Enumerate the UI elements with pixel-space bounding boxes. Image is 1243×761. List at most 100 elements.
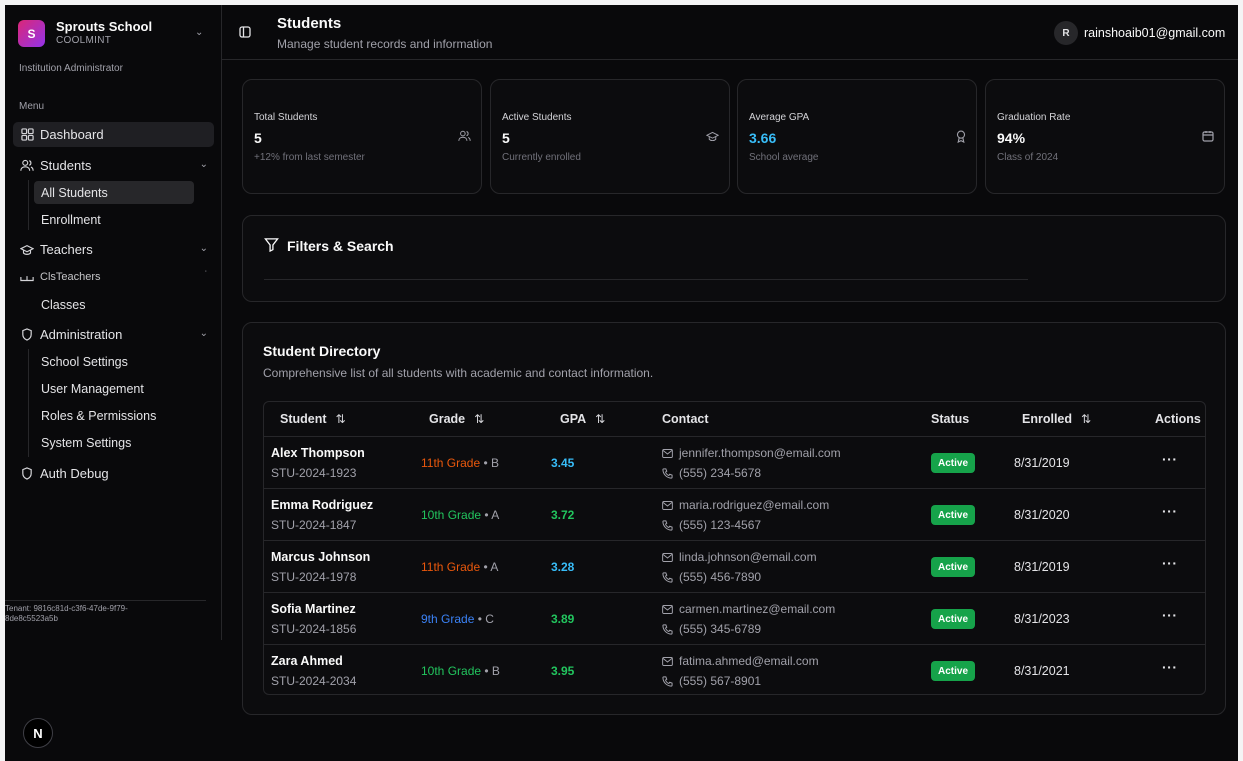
- sidebar-subitem-school-settings[interactable]: School Settings: [34, 350, 194, 373]
- role-label: Institution Administrator: [19, 63, 123, 74]
- stat-subtext: +12% from last semester: [254, 152, 365, 163]
- contact-email[interactable]: carmen.martinez@email.com: [662, 602, 835, 616]
- more-actions-icon[interactable]: ···: [1162, 607, 1178, 623]
- student-id: STU-2024-1923: [271, 466, 357, 480]
- student-name[interactable]: Alex Thompson: [271, 446, 365, 460]
- phone-icon: [662, 467, 674, 479]
- sidebar-subitem-roles-permissions[interactable]: Roles & Permissions: [34, 404, 194, 427]
- sidebar: S Sprouts School COOLMINT ⌄ Institution …: [5, 5, 222, 640]
- stat-title: Active Students: [502, 112, 572, 123]
- grade-letter: B: [491, 664, 500, 678]
- page-header: Students Manage student records and info…: [222, 5, 1238, 60]
- student-id: STU-2024-1847: [271, 518, 357, 532]
- app-frame: S Sprouts School COOLMINT ⌄ Institution …: [5, 5, 1238, 761]
- table-row[interactable]: Emma Rodriguez STU-2024-1847 10th Grade • …: [264, 488, 1205, 540]
- sort-icon[interactable]: ⇅: [595, 412, 605, 426]
- grade-letter: C: [485, 612, 494, 626]
- email-text: linda.johnson@email.com: [679, 550, 817, 564]
- contact-email[interactable]: linda.johnson@email.com: [662, 550, 817, 564]
- contact-email[interactable]: fatima.ahmed@email.com: [662, 654, 819, 668]
- sub-nav-line: [28, 180, 29, 230]
- shield-icon: [19, 467, 35, 480]
- grade-separator: •: [474, 612, 486, 626]
- column-header-enrolled[interactable]: Enrolled ⇅: [1022, 402, 1091, 436]
- sidebar-subitem-enrollment[interactable]: Enrollment: [34, 208, 194, 231]
- shield-icon: [19, 328, 35, 341]
- contact-phone[interactable]: (555) 456-7890: [662, 570, 761, 584]
- page-subtitle: Manage student records and information: [277, 37, 493, 51]
- stat-title: Total Students: [254, 112, 318, 123]
- sidebar-item-dashboard[interactable]: Dashboard: [13, 122, 214, 147]
- filters-card: Filters & Search: [242, 215, 1226, 302]
- sidebar-item-administration[interactable]: Administration ⌄: [13, 322, 214, 347]
- stat-value: 5: [254, 130, 262, 146]
- grade-separator: •: [480, 560, 491, 574]
- more-actions-icon[interactable]: ···: [1162, 503, 1178, 519]
- directory-title: Student Directory: [263, 343, 381, 359]
- more-actions-icon[interactable]: ···: [1162, 555, 1178, 571]
- sidebar-item-label: Students: [40, 158, 92, 173]
- sidebar-item-auth-debug[interactable]: Auth Debug: [13, 461, 214, 486]
- sidebar-item-students[interactable]: Students ⌄: [13, 153, 214, 178]
- contact-phone[interactable]: (555) 123-4567: [662, 518, 761, 532]
- org-name[interactable]: Sprouts School: [56, 19, 152, 34]
- column-header-gpa[interactable]: GPA ⇅: [560, 402, 605, 436]
- phone-icon: [662, 571, 674, 583]
- contact-email[interactable]: maria.rodriguez@email.com: [662, 498, 829, 512]
- students-table: Student ⇅ Grade ⇅ GPA ⇅ Contact Status Enro…: [263, 401, 1206, 695]
- column-header-grade[interactable]: Grade ⇅: [429, 402, 484, 436]
- stat-card-active-students: Active Students 5 Currently enrolled: [490, 79, 730, 194]
- table-row[interactable]: Marcus Johnson STU-2024-1978 11th Grade • …: [264, 540, 1205, 592]
- grade-letter: A: [491, 508, 500, 522]
- column-header-actions: Actions: [1155, 412, 1201, 426]
- sidebar-toggle-icon[interactable]: [239, 26, 251, 41]
- sidebar-item-label: Dashboard: [40, 127, 104, 142]
- enrolled-date: 8/31/2019: [1014, 560, 1070, 574]
- sidebar-subitem-user-management[interactable]: User Management: [34, 377, 194, 400]
- grade-cell: 10th Grade • A: [421, 508, 499, 522]
- student-name[interactable]: Marcus Johnson: [271, 550, 370, 564]
- users-icon: [19, 159, 35, 172]
- org-logo[interactable]: S: [18, 20, 45, 47]
- student-name[interactable]: Emma Rodriguez: [271, 498, 373, 512]
- phone-text: (555) 123-4567: [679, 518, 762, 532]
- chevron-down-icon: ⌄: [199, 243, 208, 254]
- dev-tools-badge[interactable]: N: [23, 718, 53, 748]
- student-name[interactable]: Sofia Martinez: [271, 602, 356, 616]
- chevron-down-icon[interactable]: ⌄: [195, 27, 203, 38]
- grade-separator: •: [481, 508, 492, 522]
- contact-email[interactable]: jennifer.thompson@email.com: [662, 446, 841, 460]
- contact-phone[interactable]: (555) 567-8901: [662, 674, 761, 688]
- divider: [264, 279, 1028, 280]
- grade-level: 11th Grade: [421, 456, 481, 470]
- student-id: STU-2024-1978: [271, 570, 357, 584]
- column-header-student[interactable]: Student ⇅: [280, 402, 346, 436]
- more-actions-icon[interactable]: ···: [1162, 659, 1178, 675]
- table-row[interactable]: Sofia Martinez STU-2024-1856 9th Grade • C…: [264, 592, 1205, 644]
- sidebar-subitem-all-students[interactable]: All Students: [34, 181, 194, 204]
- sidebar-item-teachers[interactable]: Teachers ⌄: [13, 237, 214, 262]
- contact-phone[interactable]: (555) 345-6789: [662, 622, 761, 636]
- user-email[interactable]: rainshoaib01@gmail.com: [1084, 26, 1225, 40]
- student-name[interactable]: Zara Ahmed: [271, 654, 343, 668]
- table-row[interactable]: Alex Thompson STU-2024-1923 11th Grade • B…: [264, 436, 1205, 488]
- more-actions-icon[interactable]: ···: [1162, 451, 1178, 467]
- graduation-cap-icon: [19, 244, 35, 256]
- phone-text: (555) 345-6789: [679, 622, 762, 636]
- gpa-value: 3.45: [551, 456, 575, 470]
- sort-icon[interactable]: ⇅: [1081, 412, 1091, 426]
- grade-separator: •: [480, 456, 492, 470]
- sort-icon[interactable]: ⇅: [474, 412, 484, 426]
- sort-icon[interactable]: ⇅: [336, 412, 346, 426]
- avatar[interactable]: R: [1054, 21, 1078, 45]
- phone-icon: [662, 623, 674, 635]
- sub-nav-line: [28, 349, 29, 457]
- contact-phone[interactable]: (555) 234-5678: [662, 466, 761, 480]
- sidebar-subitem-system-settings[interactable]: System Settings: [34, 431, 194, 454]
- phone-text: (555) 456-7890: [679, 570, 762, 584]
- grade-level: 9th Grade: [421, 612, 475, 626]
- sidebar-subitem-classes[interactable]: Classes: [34, 293, 194, 316]
- sidebar-item-clsteachers[interactable]: ClsTeachers ˙: [13, 264, 214, 289]
- table-row[interactable]: Zara Ahmed STU-2024-2034 10th Grade • B 3.9…: [264, 644, 1205, 694]
- mail-icon: [662, 500, 674, 510]
